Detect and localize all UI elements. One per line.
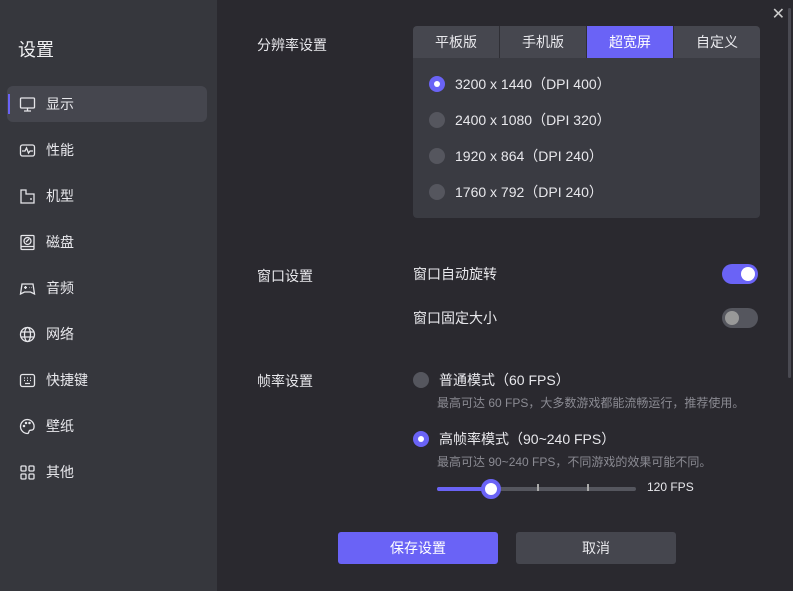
keyboard-icon — [19, 373, 36, 387]
tab-custom[interactable]: 自定义 — [674, 26, 760, 58]
option-label: 3200 x 1440（DPI 400） — [455, 76, 611, 92]
window-label: 窗口设置 — [257, 268, 313, 284]
option-label: 1920 x 864（DPI 240） — [455, 148, 603, 164]
sidebar-item-wallpaper[interactable]: 壁纸 — [7, 408, 207, 444]
high-mode-desc: 最高可达 90~240 FPS，不同游戏的效果可能不同。 — [437, 455, 712, 469]
tab-tablet[interactable]: 平板版 — [413, 26, 500, 58]
radio[interactable] — [429, 112, 445, 128]
resolution-label: 分辨率设置 — [257, 37, 327, 53]
resolution-option[interactable]: 1760 x 792（DPI 240） — [429, 182, 603, 202]
radio[interactable] — [429, 184, 445, 200]
sidebar-item-disk[interactable]: 磁盘 — [7, 224, 207, 260]
resolution-option[interactable]: 2400 x 1080（DPI 320） — [429, 110, 611, 130]
device-icon — [20, 188, 35, 204]
sidebar-item-other[interactable]: 其他 — [7, 454, 207, 490]
fps-value: 120 FPS — [647, 480, 694, 494]
sidebar-item-shortcuts[interactable]: 快捷键 — [7, 362, 207, 398]
resolution-tabs: 平板版 手机版 超宽屏 自定义 — [413, 26, 760, 58]
tab-ultrawide[interactable]: 超宽屏 — [587, 26, 674, 58]
sidebar-item-label: 网络 — [46, 326, 74, 342]
pulse-icon — [19, 143, 36, 157]
radio-selected[interactable] — [413, 431, 429, 447]
high-mode-option[interactable]: 高帧率模式（90~240 FPS） — [413, 429, 615, 449]
cancel-button[interactable]: 取消 — [516, 532, 676, 564]
fixed-size-toggle[interactable] — [722, 308, 758, 328]
sidebar-item-model[interactable]: 机型 — [7, 178, 207, 214]
framerate-label: 帧率设置 — [257, 373, 313, 389]
sidebar-item-label: 显示 — [46, 96, 74, 112]
slider-tick — [537, 484, 539, 491]
slider-thumb[interactable] — [480, 479, 501, 499]
auto-rotate-toggle[interactable] — [722, 264, 758, 284]
tab-phone[interactable]: 手机版 — [500, 26, 587, 58]
grid-icon — [20, 464, 35, 480]
palette-icon — [19, 418, 35, 434]
scrollbar[interactable] — [788, 8, 791, 378]
close-icon[interactable]: ✕ — [772, 4, 785, 24]
radio-selected[interactable] — [429, 76, 445, 92]
resolution-option[interactable]: 3200 x 1440（DPI 400） — [429, 74, 611, 94]
gamepad-icon — [19, 282, 36, 295]
sidebar-item-network[interactable]: 网络 — [7, 316, 207, 352]
fps-slider[interactable] — [437, 479, 636, 499]
normal-mode-desc: 最高可达 60 FPS，大多数游戏都能流畅运行，推荐使用。 — [437, 396, 745, 410]
sidebar-item-label: 快捷键 — [46, 372, 88, 388]
disk-icon — [20, 234, 35, 250]
option-label: 普通模式（60 FPS） — [439, 372, 570, 388]
sidebar-item-label: 其他 — [46, 464, 74, 480]
option-label: 2400 x 1080（DPI 320） — [455, 112, 611, 128]
option-label: 高帧率模式（90~240 FPS） — [439, 431, 616, 447]
fixed-size-label: 窗口固定大小 — [413, 310, 497, 326]
sidebar-item-audio[interactable]: 音频 — [7, 270, 207, 306]
sidebar-item-label: 磁盘 — [46, 234, 74, 250]
sidebar-item-label: 音频 — [46, 280, 74, 296]
sidebar-item-display[interactable]: 显示 — [7, 86, 207, 122]
monitor-icon — [19, 96, 36, 112]
option-label: 1760 x 792（DPI 240） — [455, 184, 603, 200]
resolution-options: 3200 x 1440（DPI 400） 2400 x 1080（DPI 320… — [413, 58, 760, 218]
sidebar-item-performance[interactable]: 性能 — [7, 132, 207, 168]
sidebar: 设置 显示 性能 机型 磁盘 音频 网络 快捷键 壁纸 其他 — [0, 0, 217, 591]
radio[interactable] — [429, 148, 445, 164]
globe-icon — [19, 326, 36, 342]
sidebar-item-label: 壁纸 — [46, 418, 74, 434]
sidebar-item-label: 机型 — [46, 188, 74, 204]
sidebar-item-label: 性能 — [46, 142, 74, 158]
radio[interactable] — [413, 372, 429, 388]
auto-rotate-label: 窗口自动旋转 — [413, 266, 497, 282]
settings-title: 设置 — [18, 40, 54, 60]
save-button[interactable]: 保存设置 — [338, 532, 498, 564]
normal-mode-option[interactable]: 普通模式（60 FPS） — [413, 370, 570, 390]
resolution-option[interactable]: 1920 x 864（DPI 240） — [429, 146, 603, 166]
slider-tick — [587, 484, 589, 491]
